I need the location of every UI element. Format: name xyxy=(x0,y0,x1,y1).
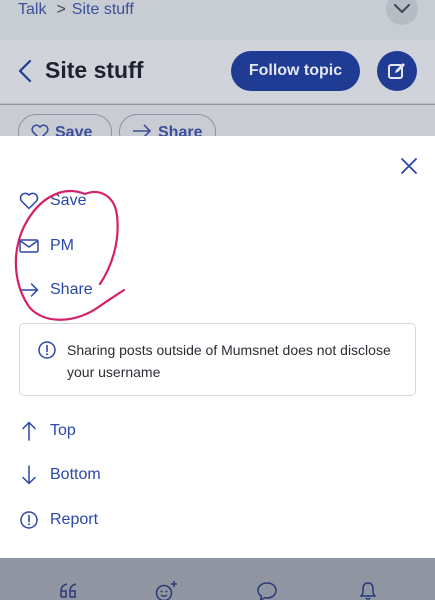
arrow-right-icon xyxy=(133,124,152,136)
notifications-tab[interactable] xyxy=(355,580,381,600)
new-post-button[interactable] xyxy=(377,51,417,91)
save-chip: Save xyxy=(18,114,112,136)
share-privacy-notice: Sharing posts outside of Mumsnet does no… xyxy=(19,323,416,396)
info-icon xyxy=(38,341,56,359)
pm-option-label: PM xyxy=(50,237,74,254)
bottom-option-label: Bottom xyxy=(50,466,101,483)
breadcrumb-talk[interactable]: Talk xyxy=(18,1,46,18)
post-options-sheet: Save PM Share Sharing posts outside of M… xyxy=(0,136,435,558)
share-option[interactable]: Share xyxy=(18,275,218,305)
share-option-label: Share xyxy=(50,281,93,298)
bell-icon xyxy=(359,582,377,600)
speech-bubble-icon xyxy=(257,582,277,600)
top-bar: Talk > Site stuff xyxy=(0,0,435,40)
breadcrumb-expand-button[interactable] xyxy=(386,0,418,25)
follow-topic-button[interactable]: Follow topic xyxy=(231,51,360,91)
save-chip-label: Save xyxy=(55,124,93,136)
heart-icon xyxy=(31,124,49,136)
page-title: Site stuff xyxy=(45,57,144,83)
alert-circle-icon xyxy=(18,509,40,531)
save-option[interactable]: Save xyxy=(18,186,218,216)
breadcrumb-current[interactable]: Site stuff xyxy=(72,1,134,18)
pm-option[interactable]: PM xyxy=(18,231,218,261)
breadcrumb: Talk > Site stuff xyxy=(18,1,134,19)
share-chip-label: Share xyxy=(158,124,203,136)
bottom-tab-bar xyxy=(0,558,435,600)
close-icon xyxy=(401,158,417,174)
report-option[interactable]: Report xyxy=(18,505,218,535)
post-actions-behind: Save Share xyxy=(0,105,435,136)
back-chevron-icon[interactable] xyxy=(18,60,32,82)
add-reaction-icon xyxy=(155,581,177,600)
report-option-label: Report xyxy=(50,511,99,528)
save-option-label: Save xyxy=(50,192,87,209)
share-privacy-text: Sharing posts outside of Mumsnet does no… xyxy=(67,342,391,380)
top-option-label: Top xyxy=(50,422,76,439)
heart-icon xyxy=(18,190,40,212)
top-option[interactable]: Top xyxy=(18,416,218,446)
reaction-tab[interactable] xyxy=(154,580,180,600)
arrow-up-icon xyxy=(18,420,40,442)
chevron-down-icon xyxy=(394,4,410,13)
close-button[interactable] xyxy=(398,155,420,177)
breadcrumb-separator: > xyxy=(56,1,66,18)
quote-icon xyxy=(60,583,77,598)
bottom-option[interactable]: Bottom xyxy=(18,460,218,490)
edit-icon xyxy=(388,63,405,79)
envelope-icon xyxy=(18,235,40,257)
reply-tab[interactable] xyxy=(254,580,280,600)
quote-tab[interactable] xyxy=(56,580,82,600)
arrow-down-icon xyxy=(18,464,40,486)
share-chip: Share xyxy=(119,114,216,136)
arrow-right-icon xyxy=(18,279,40,301)
thread-header: Site stuff Follow topic xyxy=(0,40,435,104)
